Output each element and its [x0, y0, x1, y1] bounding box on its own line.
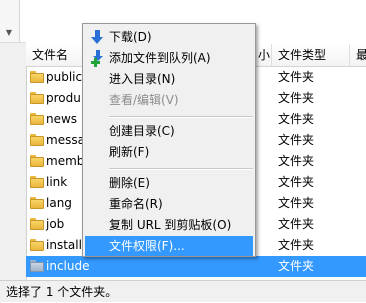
file-type: 文件夹: [278, 196, 315, 210]
folder-icon: [30, 113, 44, 125]
file-type: 文件夹: [278, 154, 315, 168]
file-type: 文件夹: [278, 70, 315, 84]
menu-item-rename-label: 重命名(R): [109, 197, 163, 211]
column-header-filetype-label: 文件类型: [278, 48, 327, 62]
column-header-filename-label: 文件名: [32, 48, 69, 62]
menu-item-copy-url-label: 复制 URL 到剪贴板(O): [109, 218, 232, 232]
folder-icon: [30, 218, 44, 230]
folder-icon: [30, 92, 44, 104]
menu-item-view-edit-label: 查看/编辑(V): [109, 93, 179, 107]
file-name: include: [46, 259, 90, 273]
add-to-queue-icon: [90, 50, 106, 67]
menu-item-copy-url[interactable]: 复制 URL 到剪贴板(O): [85, 215, 253, 235]
file-name: news: [46, 112, 78, 126]
menu-item-add-to-queue-label: 添加文件到队列(A): [109, 51, 211, 65]
upper-vertical-scrollbar[interactable]: ▼: [0, 0, 20, 42]
folder-icon: [30, 260, 44, 272]
file-type: 文件夹: [278, 217, 315, 231]
file-name: produ: [46, 91, 81, 105]
menu-item-create-directory-label: 创建目录(C): [109, 124, 175, 138]
folder-icon: [30, 197, 44, 209]
left-pane-edge: [0, 44, 27, 280]
menu-item-enter-directory[interactable]: 进入目录(N): [85, 69, 253, 89]
file-name: link: [46, 175, 68, 189]
column-header-modified-label: 最: [356, 48, 366, 62]
status-text: 选择了 1 个文件夹。: [6, 285, 118, 299]
file-type: 文件夹: [278, 112, 315, 126]
file-name: install: [46, 238, 82, 252]
menu-item-file-permissions-label: 文件权限(F)...: [109, 239, 185, 253]
menu-item-download[interactable]: 下载(D): [85, 27, 253, 47]
column-header-size-label: 小: [258, 48, 271, 62]
menu-item-create-directory[interactable]: 创建目录(C): [85, 121, 253, 141]
file-type: 文件夹: [278, 91, 315, 105]
scroll-down-arrow-icon[interactable]: ▼: [4, 28, 14, 38]
menu-item-delete[interactable]: 删除(E): [85, 173, 253, 193]
menu-item-file-permissions[interactable]: 文件权限(F)...: [85, 236, 253, 256]
status-bar: 选择了 1 个文件夹。: [0, 280, 366, 302]
folder-icon: [30, 155, 44, 167]
file-name: memb: [46, 154, 85, 168]
menu-item-refresh[interactable]: 刷新(F): [85, 142, 253, 162]
menu-item-add-to-queue[interactable]: 添加文件到队列(A): [85, 48, 253, 68]
file-name: lang: [46, 196, 72, 210]
column-header-modified[interactable]: 最: [350, 44, 366, 66]
file-type: 文件夹: [278, 238, 315, 252]
menu-separator: [109, 116, 253, 118]
menu-item-delete-label: 删除(E): [109, 176, 150, 190]
folder-icon: [30, 176, 44, 188]
file-type: 文件夹: [278, 133, 315, 147]
file-type: 文件夹: [278, 259, 315, 273]
context-menu: 下载(D) 添加文件到队列(A) 进入目录(N) 查看/编辑(V) 创建目录(C…: [82, 23, 256, 257]
list-item-selected[interactable]: include 文件夹: [26, 256, 366, 277]
menu-item-download-label: 下载(D): [109, 30, 152, 44]
file-name: public: [46, 70, 83, 84]
download-arrow-icon: [90, 29, 106, 45]
menu-item-enter-directory-label: 进入目录(N): [109, 72, 176, 86]
folder-icon: [30, 134, 44, 146]
menu-item-refresh-label: 刷新(F): [109, 145, 150, 159]
file-type: 文件夹: [278, 175, 315, 189]
file-name: messa: [46, 133, 85, 147]
menu-separator: [109, 168, 253, 170]
menu-item-view-edit: 查看/编辑(V): [85, 90, 253, 110]
folder-icon: [30, 239, 44, 251]
folder-icon: [30, 71, 44, 83]
column-header-filetype[interactable]: 文件类型: [272, 44, 350, 66]
menu-item-rename[interactable]: 重命名(R): [85, 194, 253, 214]
file-name: job: [46, 217, 65, 231]
